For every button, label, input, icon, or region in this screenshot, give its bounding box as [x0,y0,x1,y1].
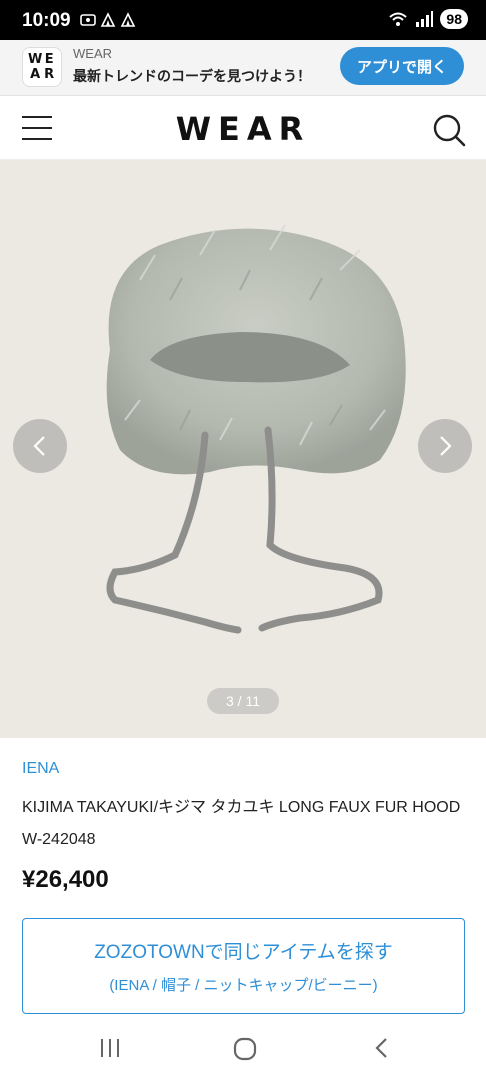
status-bar: 10:09 98 [0,0,486,40]
home-icon[interactable] [232,1036,258,1062]
brand-link[interactable]: IENA [22,760,59,778]
app-name: WEAR [73,46,112,61]
zozotown-category-label: (IENA / 帽子 / ニットキャップ/ビーニー) [109,977,378,994]
app-logo-letter: W [28,52,43,67]
product-image-gallery[interactable]: 3 / 11 [0,160,486,738]
app-logo-letter: A [30,67,41,82]
screenshot-icon [80,14,96,26]
previous-image-button[interactable] [13,419,67,473]
search-icon[interactable] [432,113,466,147]
product-title: KIJIMA TAKAYUKI/キジマ タカユキ LONG FAUX FUR H… [22,799,461,848]
camp-icon [100,12,116,27]
site-header: WEAR [0,96,486,160]
notification-icons [80,12,136,28]
status-time: 10:09 [22,10,71,31]
wifi-icon [389,12,408,26]
signal-icon [416,11,434,27]
open-app-button[interactable]: アプリで開く [340,47,464,85]
image-counter: 3 / 11 [207,688,279,714]
system-navigation-bar [0,1020,486,1080]
chevron-left-icon [33,436,45,456]
system-status: 98 [388,9,468,29]
zozotown-search-button[interactable]: ZOZOTOWNで同じアイテムを探す (IENA / 帽子 / ニットキャップ/… [22,918,465,1014]
battery-indicator: 98 [440,9,468,29]
camp-icon-2 [120,12,136,27]
product-price: ¥26,400 [22,866,109,893]
app-logo-letter: E [44,52,54,67]
recent-apps-icon[interactable] [98,1036,122,1060]
app-tagline: 最新トレンドのコーデを見つけよう！ [73,68,311,84]
zozotown-search-label: ZOZOTOWNで同じアイテムを探す [94,942,393,963]
chevron-right-icon [440,436,452,456]
app-logo: W E A R [22,47,62,87]
next-image-button[interactable] [418,419,472,473]
app-logo-letter: R [44,67,55,82]
product-photo [0,160,486,738]
site-logo[interactable]: WEAR [0,110,486,148]
back-icon[interactable] [370,1036,394,1060]
app-install-banner: W E A R WEAR 最新トレンドのコーデを見つけよう！ アプリで開く [0,40,486,96]
